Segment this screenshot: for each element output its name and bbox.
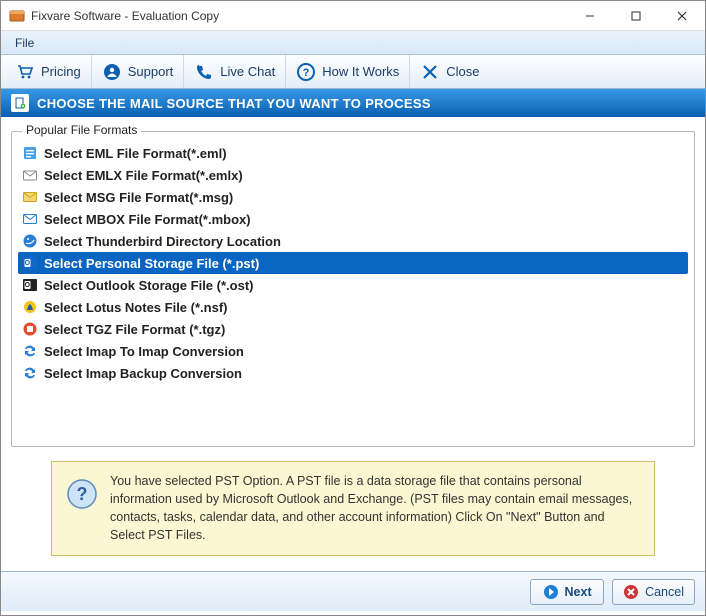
info-text: You have selected PST Option. A PST file…	[110, 472, 640, 545]
thunderbird-icon	[22, 233, 38, 249]
outlook-ost-icon: O	[22, 277, 38, 293]
next-label: Next	[565, 585, 592, 599]
close-label: Close	[446, 64, 479, 79]
question-icon: ?	[296, 62, 316, 82]
format-eml-label: Select EML File Format(*.eml)	[44, 146, 227, 161]
imap-sync-icon	[22, 343, 38, 359]
cancel-x-icon	[623, 584, 639, 600]
outlook-pst-icon: O	[22, 255, 38, 271]
format-eml[interactable]: Select EML File Format(*.eml)	[18, 142, 688, 164]
phone-icon	[194, 62, 214, 82]
format-list: Select EML File Format(*.eml) Select EML…	[18, 142, 688, 384]
eml-icon	[22, 145, 38, 161]
formats-legend: Popular File Formats	[22, 123, 141, 137]
livechat-button[interactable]: Live Chat	[184, 55, 286, 88]
format-tgz-label: Select TGZ File Format (*.tgz)	[44, 322, 225, 337]
close-button[interactable]: Close	[410, 55, 489, 88]
document-plus-icon	[11, 94, 29, 112]
support-label: Support	[128, 64, 174, 79]
app-icon	[9, 8, 25, 24]
svg-text:?: ?	[77, 484, 88, 504]
format-nsf-label: Select Lotus Notes File (*.nsf)	[44, 300, 227, 315]
close-window-button[interactable]	[659, 1, 705, 31]
format-ost-label: Select Outlook Storage File (*.ost)	[44, 278, 253, 293]
howitworks-label: How It Works	[322, 64, 399, 79]
headset-icon	[102, 62, 122, 82]
formats-group: Popular File Formats Select EML File For…	[11, 131, 695, 447]
menubar: File	[1, 31, 705, 55]
toolbar: Pricing Support Live Chat ? How It Works…	[1, 55, 705, 89]
minimize-button[interactable]	[567, 1, 613, 31]
format-thunderbird[interactable]: Select Thunderbird Directory Location	[18, 230, 688, 252]
format-ost[interactable]: O Select Outlook Storage File (*.ost)	[18, 274, 688, 296]
format-pst-label: Select Personal Storage File (*.pst)	[44, 256, 259, 271]
maximize-button[interactable]	[613, 1, 659, 31]
info-question-icon: ?	[66, 478, 98, 510]
format-msg-label: Select MSG File Format(*.msg)	[44, 190, 233, 205]
cancel-button[interactable]: Cancel	[612, 579, 695, 605]
pricing-label: Pricing	[41, 64, 81, 79]
svg-text:O: O	[25, 282, 31, 289]
msg-icon	[22, 189, 38, 205]
next-arrow-icon	[543, 584, 559, 600]
svg-text:O: O	[25, 260, 31, 267]
window-title: Fixvare Software - Evaluation Copy	[31, 9, 567, 23]
support-button[interactable]: Support	[92, 55, 185, 88]
mbox-icon	[22, 211, 38, 227]
window-controls	[567, 1, 705, 31]
close-icon	[420, 62, 440, 82]
info-box: ? You have selected PST Option. A PST fi…	[51, 461, 655, 556]
lotus-icon	[22, 299, 38, 315]
page-header-text: CHOOSE THE MAIL SOURCE THAT YOU WANT TO …	[37, 96, 431, 111]
cart-icon	[15, 62, 35, 82]
livechat-label: Live Chat	[220, 64, 275, 79]
footer: Next Cancel	[1, 571, 705, 611]
tgz-icon	[22, 321, 38, 337]
page-header: CHOOSE THE MAIL SOURCE THAT YOU WANT TO …	[1, 89, 705, 117]
format-imap[interactable]: Select Imap To Imap Conversion	[18, 340, 688, 362]
format-emlx[interactable]: Select EMLX File Format(*.emlx)	[18, 164, 688, 186]
format-pst[interactable]: O Select Personal Storage File (*.pst)	[18, 252, 688, 274]
format-mbox-label: Select MBOX File Format(*.mbox)	[44, 212, 251, 227]
pricing-button[interactable]: Pricing	[5, 55, 92, 88]
next-button[interactable]: Next	[530, 579, 604, 605]
svg-text:?: ?	[303, 67, 310, 79]
imap-backup-icon	[22, 365, 38, 381]
format-imap-backup[interactable]: Select Imap Backup Conversion	[18, 362, 688, 384]
content-area: Popular File Formats Select EML File For…	[1, 117, 705, 571]
emlx-icon	[22, 167, 38, 183]
format-msg[interactable]: Select MSG File Format(*.msg)	[18, 186, 688, 208]
cancel-label: Cancel	[645, 585, 684, 599]
format-tgz[interactable]: Select TGZ File Format (*.tgz)	[18, 318, 688, 340]
format-imap-label: Select Imap To Imap Conversion	[44, 344, 244, 359]
format-mbox[interactable]: Select MBOX File Format(*.mbox)	[18, 208, 688, 230]
format-imap-backup-label: Select Imap Backup Conversion	[44, 366, 242, 381]
format-nsf[interactable]: Select Lotus Notes File (*.nsf)	[18, 296, 688, 318]
howitworks-button[interactable]: ? How It Works	[286, 55, 410, 88]
format-emlx-label: Select EMLX File Format(*.emlx)	[44, 168, 243, 183]
titlebar: Fixvare Software - Evaluation Copy	[1, 1, 705, 31]
format-thunderbird-label: Select Thunderbird Directory Location	[44, 234, 281, 249]
menu-file[interactable]: File	[7, 34, 42, 52]
